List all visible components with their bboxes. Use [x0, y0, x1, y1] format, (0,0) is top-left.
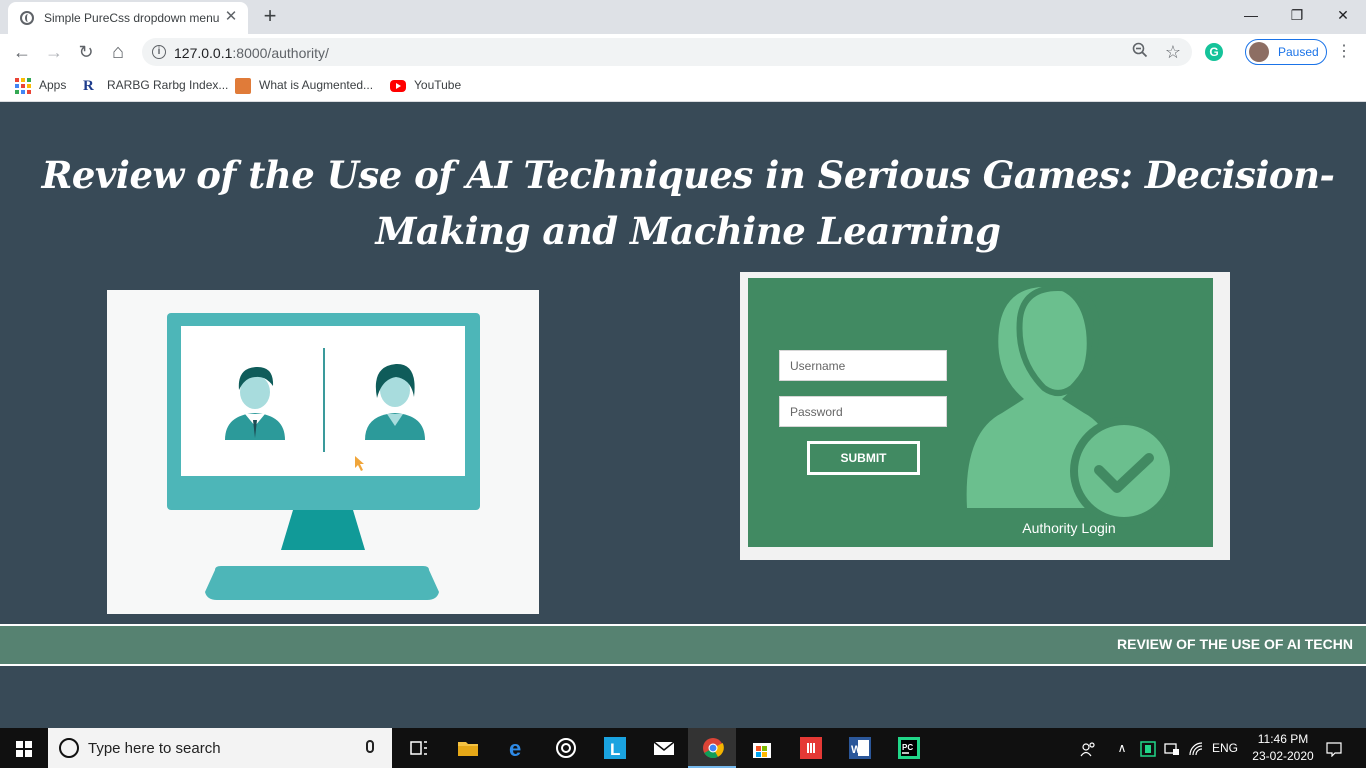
rarbg-icon: R — [83, 77, 94, 94]
svg-text:e: e — [509, 737, 521, 759]
url-host: 127.0.0.1 — [174, 45, 233, 61]
bookmark-label: RARBG Rarbg Index... — [107, 78, 229, 92]
grammarly-icon[interactable]: G — [1205, 43, 1223, 61]
authority-login-caption: Authority Login — [1022, 520, 1116, 536]
edge-icon: e — [509, 737, 521, 759]
login-panel: SUBMIT Authority Login — [748, 278, 1213, 547]
mail-icon — [653, 741, 675, 755]
browser-tab[interactable]: Simple PureCss dropdown menu ✕ — [8, 2, 248, 34]
profile-button[interactable]: Paused — [1245, 39, 1327, 65]
media-app-button[interactable] — [541, 728, 589, 768]
submit-button[interactable]: SUBMIT — [807, 441, 920, 475]
pycharm-icon: PC — [898, 737, 920, 759]
video-call-illustration — [107, 290, 539, 614]
svg-text:W: W — [851, 744, 862, 756]
url-path: :8000/authority/ — [232, 45, 329, 61]
bookmark-augmented[interactable]: What is Augmented... — [235, 77, 373, 95]
windows-icon — [16, 741, 32, 757]
windows-taskbar: Type here to search e L W PC ∧ ENG 11:46… — [0, 728, 1366, 768]
pycharm-button[interactable]: PC — [884, 728, 932, 768]
clock-time: 11:46 PM — [1257, 732, 1309, 746]
close-window-button[interactable]: ✕ — [1328, 4, 1358, 26]
authority-login-card: SUBMIT Authority Login — [740, 272, 1230, 560]
l-app-icon: L — [604, 737, 626, 759]
battery-app-icon[interactable] — [1138, 728, 1158, 768]
task-view-button[interactable] — [394, 728, 442, 768]
taskbar-search-box[interactable]: Type here to search — [48, 728, 392, 768]
browser-menu-icon[interactable]: ⋮ — [1336, 41, 1352, 63]
edge-button[interactable]: e — [492, 728, 540, 768]
word-button[interactable]: W — [835, 728, 883, 768]
svg-text:PC: PC — [902, 743, 913, 752]
cortana-icon — [59, 738, 79, 758]
show-hidden-icons-icon[interactable]: ∧ — [1112, 728, 1132, 768]
bookmark-label: Apps — [39, 78, 67, 92]
avatar — [1249, 42, 1269, 62]
wifi-icon[interactable] — [1186, 728, 1208, 768]
clock-date: 23-02-2020 — [1252, 749, 1314, 763]
page-title: Review of the Use of AI Techniques in Se… — [41, 153, 1335, 253]
network-adapter-icon[interactable] — [1161, 728, 1183, 768]
home-button[interactable]: ⌂ — [106, 40, 130, 64]
back-button[interactable]: ← — [10, 40, 34, 64]
chrome-icon — [703, 738, 724, 759]
minimize-button[interactable]: — — [1236, 4, 1266, 26]
close-tab-icon[interactable]: ✕ — [222, 8, 240, 26]
marquee-bar: REVIEW OF THE USE OF AI TECHN — [0, 624, 1366, 666]
url-text[interactable]: 127.0.0.1:8000/authority/ — [174, 45, 329, 61]
people-icon[interactable] — [1076, 728, 1100, 768]
store-icon — [753, 743, 771, 758]
bookmarks-bar: Apps R RARBG Rarbg Index... What is Augme… — [0, 70, 1366, 102]
new-tab-button[interactable]: + — [258, 5, 282, 29]
media-icon — [556, 738, 576, 758]
clock[interactable]: 11:46 PM 23-02-2020 — [1248, 731, 1318, 765]
browser-tab-bar: Simple PureCss dropdown menu ✕ + — ❐ ✕ — [0, 0, 1366, 34]
username-field[interactable] — [779, 350, 947, 381]
store-button[interactable] — [737, 728, 785, 768]
mail-button[interactable] — [639, 728, 687, 768]
forward-button[interactable]: → — [42, 40, 66, 64]
bookmark-label: YouTube — [414, 78, 462, 92]
bookmark-label: What is Augmented... — [259, 78, 374, 92]
search-placeholder: Type here to search — [88, 740, 221, 757]
bookmark-apps[interactable]: Apps — [15, 77, 66, 95]
bookmark-youtube[interactable]: YouTube — [390, 77, 461, 95]
apps-grid-icon — [15, 77, 31, 94]
language-indicator[interactable]: ENG — [1210, 728, 1240, 768]
red-app-button[interactable] — [786, 728, 834, 768]
reload-button[interactable]: ↻ — [74, 40, 98, 64]
l-app-button[interactable]: L — [590, 728, 638, 768]
microphone-icon[interactable] — [366, 740, 374, 753]
profile-status: Paused — [1278, 45, 1319, 59]
chrome-button[interactable] — [688, 728, 736, 768]
folder-icon — [458, 742, 478, 756]
globe-icon — [20, 11, 34, 25]
svg-text:L: L — [610, 740, 620, 759]
page-body: Review of the Use of AI Techniques in Se… — [0, 103, 1366, 728]
augmented-icon — [235, 77, 251, 94]
browser-toolbar: ← → ↻ ⌂ i 127.0.0.1:8000/authority/ ☆ G … — [0, 34, 1366, 70]
notifications-icon[interactable] — [1320, 728, 1348, 768]
zoom-icon[interactable] — [1130, 42, 1150, 62]
file-explorer-button[interactable] — [443, 728, 491, 768]
red-app-icon — [800, 737, 822, 759]
bookmark-rarbg[interactable]: R RARBG Rarbg Index... — [83, 77, 228, 95]
maximize-button[interactable]: ❐ — [1282, 4, 1312, 26]
word-icon: W — [849, 737, 871, 759]
info-icon[interactable]: i — [152, 45, 166, 59]
bookmark-star-icon[interactable]: ☆ — [1163, 42, 1183, 62]
task-view-icon — [410, 741, 427, 755]
address-bar[interactable]: i 127.0.0.1:8000/authority/ ☆ — [142, 38, 1192, 66]
password-field[interactable] — [779, 396, 947, 427]
start-button[interactable] — [0, 728, 48, 768]
youtube-icon — [390, 79, 406, 92]
tab-title: Simple PureCss dropdown menu — [44, 11, 220, 25]
marquee-text: REVIEW OF THE USE OF AI TECHN — [1117, 636, 1353, 652]
